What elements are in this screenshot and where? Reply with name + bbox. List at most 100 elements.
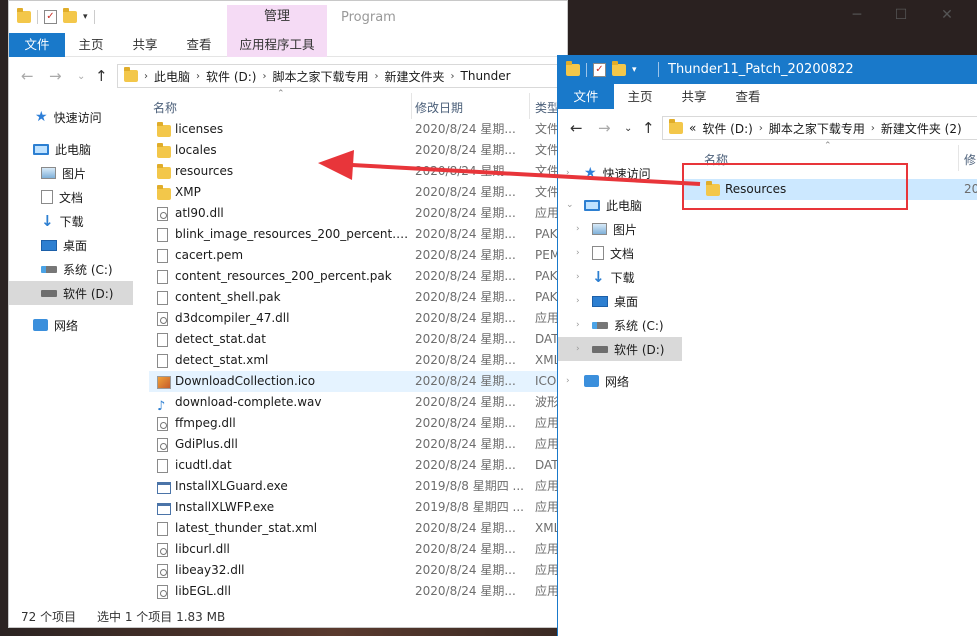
tab-view[interactable]: 查看 (724, 84, 772, 109)
back-icon[interactable]: ← (21, 67, 34, 85)
breadcrumb-item[interactable]: 新建文件夹 (385, 68, 445, 85)
nav-this-pc[interactable]: 此电脑 (9, 137, 133, 161)
tab-home[interactable]: 主页 (616, 84, 664, 109)
nav-pictures[interactable]: 图片 (9, 161, 133, 185)
table-row[interactable]: icudtl.dat 2020/8/24 星期... DAT (149, 455, 569, 476)
desktop-icon (41, 239, 57, 251)
new-folder-icon[interactable] (612, 61, 626, 76)
column-header-type[interactable]: 类型 (535, 99, 559, 116)
table-row[interactable]: XMP 2020/8/24 星期... 文件 (149, 182, 569, 203)
documents-icon (592, 246, 604, 260)
table-row[interactable]: ♪ download-complete.wav 2020/8/24 星期... 波形 (149, 392, 569, 414)
table-row[interactable]: GdiPlus.dll 2020/8/24 星期... 应用 (149, 434, 569, 455)
chevron-right-icon[interactable]: › (566, 168, 570, 178)
breadcrumb-item[interactable]: 脚本之家下载专用 (769, 120, 865, 137)
file-name: libeay32.dll (175, 563, 245, 577)
file-icon (157, 249, 168, 263)
table-row[interactable]: blink_image_resources_200_percent.p... 20… (149, 224, 569, 245)
column-header-name[interactable]: 名称 (153, 99, 177, 116)
customize-dropdown-icon[interactable]: ▾ (83, 12, 88, 22)
tab-app-tools[interactable]: 应用程序工具 (227, 33, 327, 57)
table-row[interactable]: cacert.pem 2020/8/24 星期... PEM (149, 245, 569, 266)
nav-this-pc[interactable]: ⌄ 此电脑 (558, 193, 682, 217)
table-row[interactable]: DownloadCollection.ico 2020/8/24 星期... ICO (149, 371, 569, 392)
table-row[interactable]: content_shell.pak 2020/8/24 星期... PAK (149, 287, 569, 308)
table-row[interactable]: detect_stat.dat 2020/8/24 星期... DAT (149, 329, 569, 350)
table-row[interactable]: locales 2020/8/24 星期... 文件 (149, 140, 569, 161)
nav-desktop[interactable]: › 桌面 (558, 289, 682, 313)
table-row[interactable]: resources 2020/8/24 星期... 文件 (149, 161, 569, 182)
nav-downloads[interactable]: ↓ 下载 (9, 209, 133, 233)
address-bar[interactable]: › 此电脑 › 软件 (D:) › 脚本之家下载专用 › 新建文件夹 › Thu… (117, 64, 569, 88)
back-icon[interactable]: ← (570, 119, 583, 137)
nav-network[interactable]: 网络 (9, 313, 133, 337)
recent-dropdown-icon[interactable]: ⌄ (77, 71, 85, 82)
close-icon[interactable]: ✕ (935, 7, 959, 23)
manage-context-tab[interactable]: 管理 (227, 5, 327, 33)
table-row[interactable]: InstallXLWFP.exe 2019/8/8 星期四 ... 应用 (149, 497, 569, 518)
chevron-right-icon[interactable]: › (576, 344, 580, 354)
breadcrumb-item[interactable]: 软件 (D:) (206, 68, 256, 85)
tab-share[interactable]: 共享 (670, 84, 718, 109)
maximize-icon[interactable]: ☐ (889, 7, 913, 23)
minimize-icon[interactable]: ─ (845, 7, 869, 23)
nav-pictures[interactable]: › 图片 (558, 217, 682, 241)
table-row[interactable]: d3dcompiler_47.dll 2020/8/24 星期... 应用 (149, 308, 569, 329)
table-row[interactable]: libeay32.dll 2020/8/24 星期... 应用 (149, 560, 569, 581)
tab-file[interactable]: 文件 (9, 33, 65, 57)
up-icon[interactable]: ↑ (95, 67, 108, 85)
chevron-down-icon[interactable]: ⌄ (566, 200, 574, 210)
properties-icon[interactable]: ✓ (593, 63, 606, 77)
chevron-right-icon[interactable]: › (576, 296, 580, 306)
chevron-right-icon[interactable]: › (576, 248, 580, 258)
nav-documents[interactable]: › 文档 (558, 241, 682, 265)
chevron-right-icon: › (450, 70, 455, 82)
breadcrumb-overflow[interactable]: « (689, 121, 696, 135)
new-folder-icon[interactable] (63, 8, 77, 23)
nav-quick-access[interactable]: ★ 快速访问 (9, 105, 133, 129)
table-row[interactable]: libEGL.dll 2020/8/24 星期... 应用 (149, 581, 569, 602)
table-row[interactable]: InstallXLGuard.exe 2019/8/8 星期四 ... 应用 (149, 476, 569, 497)
nav-drive-d[interactable]: › 软件 (D:) (558, 337, 682, 361)
tab-share[interactable]: 共享 (121, 33, 169, 57)
tab-home[interactable]: 主页 (67, 33, 115, 57)
tab-file[interactable]: 文件 (558, 84, 614, 109)
column-header-date[interactable]: 修 (964, 151, 976, 168)
properties-icon[interactable]: ✓ (44, 10, 57, 24)
nav-drive-d[interactable]: 软件 (D:) (9, 281, 133, 305)
breadcrumb-item[interactable]: 新建文件夹 (2) (881, 120, 962, 137)
breadcrumb-item[interactable]: Thunder (461, 69, 511, 83)
breadcrumb-item[interactable]: 此电脑 (154, 68, 190, 85)
table-row[interactable]: latest_thunder_stat.xml 2020/8/24 星期... XM… (149, 518, 569, 539)
nav-network[interactable]: › 网络 (558, 369, 682, 393)
nav-drive-c[interactable]: › 系统 (C:) (558, 313, 682, 337)
tab-view[interactable]: 查看 (175, 33, 223, 57)
address-bar[interactable]: « 软件 (D:) › 脚本之家下载专用 › 新建文件夹 (2) (662, 116, 977, 140)
nav-quick-access[interactable]: › ★ 快速访问 (558, 161, 682, 185)
chevron-right-icon[interactable]: › (576, 272, 580, 282)
up-icon[interactable]: ↑ (642, 119, 655, 137)
breadcrumb-item[interactable]: 脚本之家下载专用 (272, 68, 368, 85)
table-row[interactable]: detect_stat.xml 2020/8/24 星期... XML (149, 350, 569, 371)
nav-drive-c[interactable]: 系统 (C:) (9, 257, 133, 281)
chevron-right-icon[interactable]: › (576, 224, 580, 234)
dll-file-icon (157, 438, 168, 452)
table-row[interactable]: licenses 2020/8/24 星期... 文件 (149, 119, 569, 140)
nav-desktop[interactable]: 桌面 (9, 233, 133, 257)
forward-icon[interactable]: → (598, 119, 611, 137)
table-row[interactable]: libcurl.dll 2020/8/24 星期... 应用 (149, 539, 569, 560)
nav-downloads[interactable]: › ↓ 下载 (558, 265, 682, 289)
drive-icon (41, 289, 57, 297)
breadcrumb-item[interactable]: 软件 (D:) (702, 120, 752, 137)
chevron-right-icon[interactable]: › (576, 320, 580, 330)
recent-dropdown-icon[interactable]: ⌄ (624, 123, 632, 134)
table-row[interactable]: content_resources_200_percent.pak 2020/8/… (149, 266, 569, 287)
forward-icon[interactable]: → (49, 67, 62, 85)
nav-documents[interactable]: 文档 (9, 185, 133, 209)
customize-dropdown-icon[interactable]: ▾ (632, 65, 637, 75)
chevron-right-icon[interactable]: › (566, 376, 570, 386)
address-bar-row: ← → ⌄ ↑ › 此电脑 › 软件 (D:) › 脚本之家下载专用 › 新建文… (9, 59, 569, 91)
column-header-date[interactable]: 修改日期 (415, 99, 463, 116)
table-row[interactable]: atl90.dll 2020/8/24 星期... 应用 (149, 203, 569, 224)
table-row[interactable]: ffmpeg.dll 2020/8/24 星期... 应用 (149, 413, 569, 434)
